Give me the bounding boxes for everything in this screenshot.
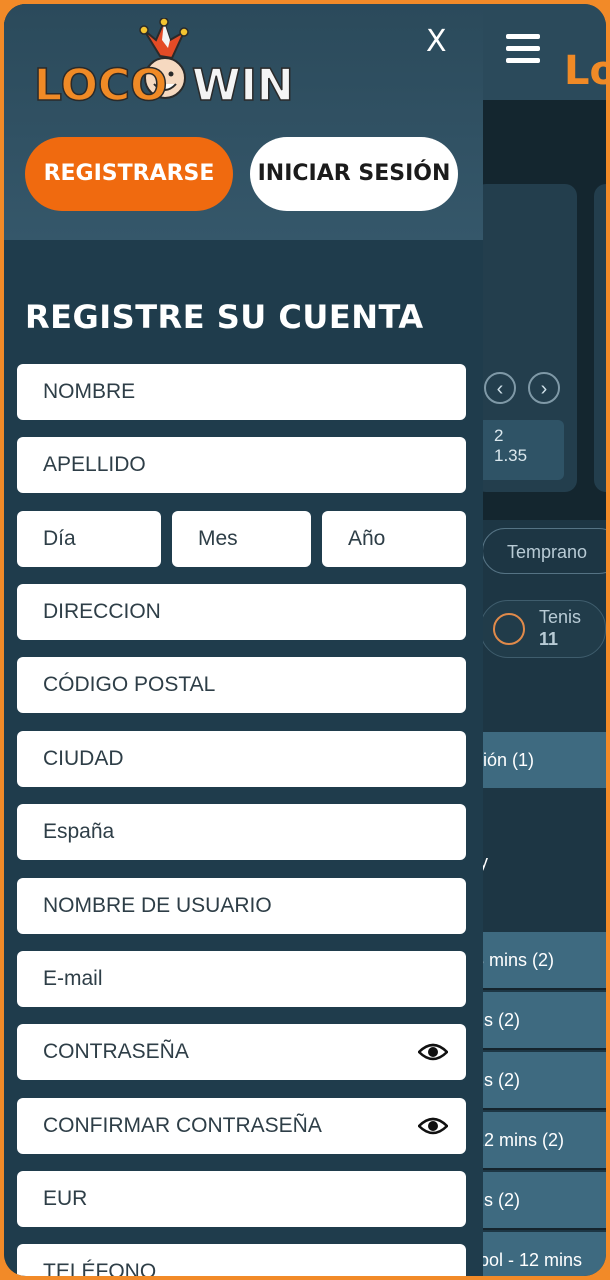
odd-button[interactable]: 2 1.35 (474, 420, 564, 480)
list-item[interactable]: 12 mins (2) (474, 1112, 606, 1168)
list-item: ty (474, 834, 606, 890)
phone-field[interactable]: TELÉFONO (17, 1244, 466, 1276)
divider (474, 1108, 606, 1110)
app-frame: Lo ‹ › 2 1.35 Temprano Tenis 11 sión (1)… (4, 4, 606, 1276)
sport-tab-tenis[interactable]: Tenis 11 (480, 600, 606, 658)
password-field[interactable]: CONTRASEÑA (17, 1024, 466, 1080)
close-button[interactable]: X (426, 24, 447, 59)
logo-text-left: LOCO (34, 60, 168, 108)
first-name-field[interactable]: NOMBRE (17, 364, 466, 420)
confirm-password-placeholder: CONFIRMAR CONTRASEÑA (43, 1114, 322, 1137)
list-item[interactable]: 3 mins (2) (474, 932, 606, 988)
postal-code-field[interactable]: CÓDIGO POSTAL (17, 657, 466, 713)
chevron-left-icon[interactable]: ‹ (484, 372, 516, 404)
form-title: REGISTRE SU CUENTA (25, 298, 424, 336)
birth-month-field[interactable]: Mes (172, 511, 311, 567)
filter-pill-temprano[interactable]: Temprano (482, 528, 606, 574)
address-field[interactable]: DIRECCION (17, 584, 466, 640)
eye-icon[interactable] (418, 1116, 448, 1136)
match-card[interactable] (594, 184, 606, 492)
divider (474, 1168, 606, 1170)
chevron-right-icon[interactable]: › (528, 372, 560, 404)
eye-icon[interactable] (418, 1042, 448, 1062)
list-item[interactable]: tbol - 12 mins (474, 1232, 606, 1276)
locowin-logo: LOCO WIN (33, 18, 292, 108)
list-item[interactable]: sión (1) (474, 732, 606, 788)
background-logo: Lo (564, 48, 606, 94)
username-field[interactable]: NOMBRE DE USUARIO (17, 878, 466, 934)
logo-text-right: WIN (192, 60, 292, 108)
birth-day-field[interactable]: Día (17, 511, 161, 567)
country-select[interactable]: España (17, 804, 466, 860)
sport-name: Tenis (539, 607, 582, 627)
register-button[interactable]: REGISTRARSE (25, 137, 233, 211)
birth-year-field[interactable]: Año (322, 511, 466, 567)
confirm-password-field[interactable]: CONFIRMAR CONTRASEÑA (17, 1098, 466, 1154)
list-item[interactable]: ns (2) (474, 992, 606, 1048)
divider (474, 1228, 606, 1230)
odd-label: 2 (494, 426, 504, 445)
divider (474, 988, 606, 990)
password-placeholder: CONTRASEÑA (43, 1040, 189, 1063)
currency-select[interactable]: EUR (17, 1171, 466, 1227)
tennis-ball-icon (493, 613, 525, 645)
city-field[interactable]: CIUDAD (17, 731, 466, 787)
registration-panel: LOCO WIN X REGISTRARSE INICIAR SESIÓN RE… (4, 4, 483, 1276)
odd-value: 1.35 (494, 446, 528, 465)
email-field[interactable]: E-mail (17, 951, 466, 1007)
last-name-field[interactable]: APELLIDO (17, 437, 466, 493)
divider (474, 1048, 606, 1050)
list-item[interactable]: ns (2) (474, 1172, 606, 1228)
menu-icon[interactable] (506, 34, 540, 64)
list-item[interactable]: ns (2) (474, 1052, 606, 1108)
sport-count: 11 (539, 629, 559, 649)
login-button[interactable]: INICIAR SESIÓN (250, 137, 458, 211)
